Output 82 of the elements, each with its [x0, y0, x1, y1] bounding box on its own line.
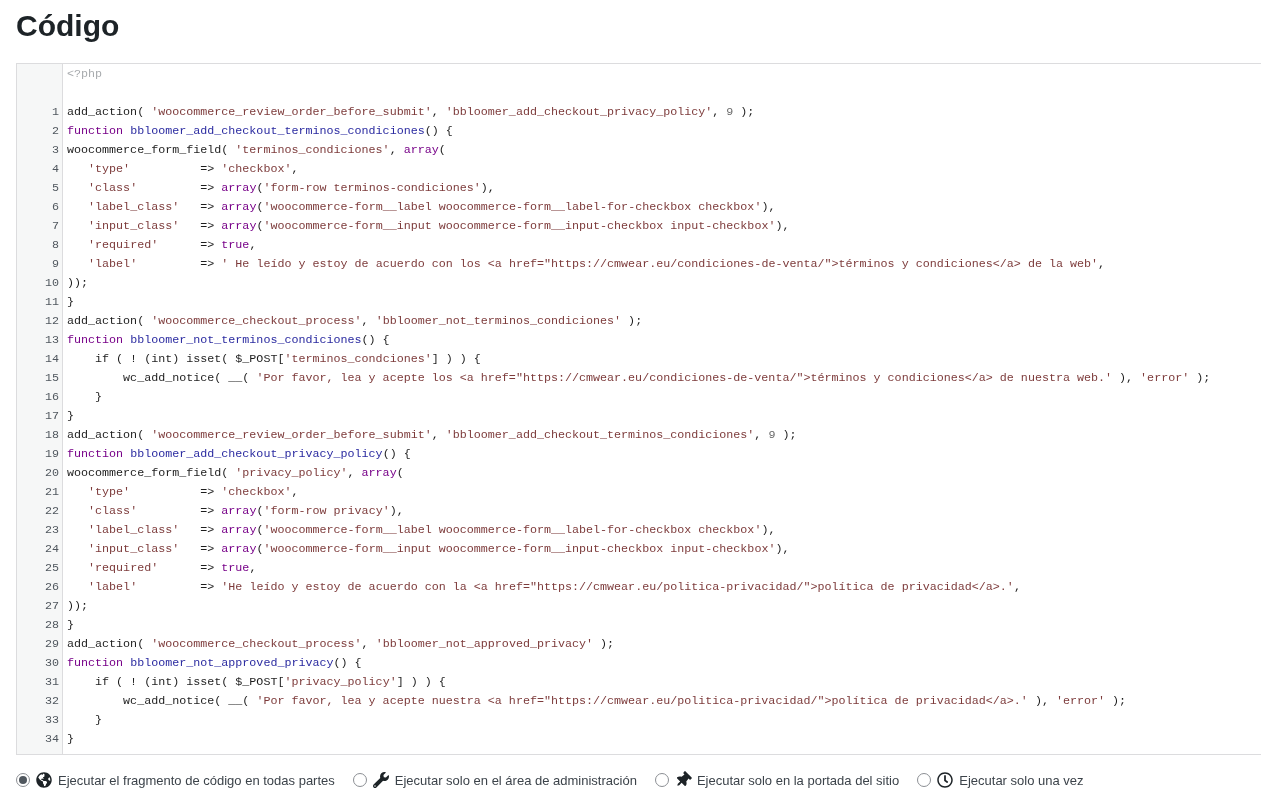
line-number: 4: [52, 161, 60, 178]
radio-button[interactable]: [16, 773, 30, 787]
code-line: add_action( 'woocommerce_review_order_before_submit', 'bbloomer_add_checkout_privacy_policy', 9 );: [67, 104, 756, 121]
code-line: add_action( 'woocommerce_checkout_process', 'bbloomer_not_terminos_condiciones' );: [67, 313, 644, 330]
code-line: 'type' => 'checkbox',: [87, 161, 300, 178]
code-line: function bbloomer_not_terminos_condiciones() {: [67, 332, 391, 349]
code-editor[interactable]: [16, 63, 1261, 755]
line-number: 26: [44, 579, 60, 596]
option-label[interactable]: Ejecutar solo en el área de administración: [394, 772, 637, 788]
code-line: 'class' => array('form-row privacy'),: [87, 503, 405, 520]
code-line: function bbloomer_not_approved_privacy() {: [67, 655, 363, 672]
line-number: 24: [44, 541, 60, 558]
code-line: 'class' => array('form-row terminos-condiciones'),: [87, 180, 496, 197]
line-number: 5: [52, 180, 60, 197]
line-number: 13: [44, 332, 60, 349]
code-line: }: [67, 408, 75, 425]
radio-button[interactable]: [917, 773, 932, 787]
line-number: 18: [44, 427, 60, 444]
code-line: 'type' => 'checkbox',: [87, 484, 300, 501]
code-line: woocommerce_form_field( 'terminos_condiciones', array(: [67, 142, 447, 159]
line-number: 30: [44, 655, 60, 672]
line-number: 1: [52, 104, 60, 121]
code-line: add_action( 'woocommerce_checkout_process', 'bbloomer_not_approved_privacy' );: [67, 636, 616, 653]
page-title: Código: [16, 8, 121, 44]
code-line: 'required' => true,: [87, 237, 258, 254]
code-line: function bbloomer_add_checkout_terminos_condiciones() {: [67, 123, 454, 140]
line-number: 25: [44, 560, 60, 577]
line-number: 10: [44, 275, 60, 292]
line-number: 16: [44, 389, 60, 406]
line-number: 14: [44, 351, 60, 368]
line-number: 28: [44, 617, 60, 634]
line-number: 2: [52, 123, 60, 140]
code-line: function bbloomer_add_checkout_privacy_policy() {: [67, 446, 412, 463]
line-number: 11: [44, 294, 60, 311]
code-line: ));: [67, 598, 90, 615]
clock-icon: [937, 772, 954, 788]
code-line: woocommerce_form_field( 'privacy_policy', array(: [67, 465, 405, 482]
code-line: add_action( 'woocommerce_review_order_before_submit', 'bbloomer_add_checkout_terminos_condiciones', 9 );: [67, 427, 798, 444]
code-line: if ( ! (int) isset( $_POST['privacy_policy'] ) ) {: [94, 674, 447, 691]
line-number: 9: [52, 256, 60, 273]
code-line: 'label_class' => array('woocommerce-form__label woocommerce-form__label-for-checkbox checkbox'),: [87, 199, 777, 216]
line-number: 33: [44, 712, 60, 729]
code-line: 'label' => ' He leído y estoy de acuerdo con los <a href="https://cmwear.eu/condiciones-de-venta/">términos y condiciones</a> de la web',: [87, 256, 1107, 273]
line-number: 21: [44, 484, 60, 501]
line-number: 27: [44, 598, 60, 615]
radio-button[interactable]: [352, 773, 367, 787]
wrench-icon: [372, 772, 389, 788]
line-number: 6: [52, 199, 60, 216]
line-number: 8: [52, 237, 60, 254]
line-number: 15: [44, 370, 60, 387]
code-line: }: [67, 617, 75, 634]
code-line: if ( ! (int) isset( $_POST['terminos_condciones'] ) ) {: [94, 351, 482, 368]
code-line: <?php: [67, 66, 104, 83]
code-line: }: [94, 712, 104, 729]
code-line: 'input_class' => array('woocommerce-form__input woocommerce-form__input-checkbox input-checkbox'),: [87, 541, 791, 558]
line-number: 32: [44, 693, 60, 710]
line-number: 3: [52, 142, 60, 159]
option-label[interactable]: Ejecutar el fragmento de código en todas partes: [58, 772, 335, 788]
code-line: 'input_class' => array('woocommerce-form__input woocommerce-form__input-checkbox input-checkbox'),: [87, 218, 791, 235]
line-number: 29: [44, 636, 60, 653]
code-line: wc_add_notice( __( 'Por favor, lea y acepte nuestra <a href="https://cmwear.eu/politica-privacidad/">política de privacidad</a>.' ), 'error' );: [122, 693, 1128, 710]
line-number: 23: [44, 522, 60, 539]
globe-icon: [36, 772, 52, 788]
line-number: 22: [44, 503, 60, 520]
line-number: 19: [44, 446, 60, 463]
line-number: 7: [52, 218, 60, 235]
code-line: 'label' => 'He leído y estoy de acuerdo con la <a href="https://cmwear.eu/politica-privacidad/">política de privacidad</a>.',: [87, 579, 1022, 596]
code-line: 'required' => true,: [87, 560, 258, 577]
code-line: wc_add_notice( __( 'Por favor, lea y acepte los <a href="https://cmwear.eu/condiciones-de-venta/">términos y condiciones</a> de nuestra web.' ), 'error' );: [122, 370, 1212, 387]
line-number: 20: [44, 465, 60, 482]
option-label[interactable]: Ejecutar solo una vez: [959, 772, 1084, 788]
line-number: 12: [44, 313, 60, 330]
code-line: 'label_class' => array('woocommerce-form__label woocommerce-form__label-for-checkbox checkbox'),: [87, 522, 777, 539]
code-line: }: [67, 731, 75, 748]
radio-button[interactable]: [654, 773, 669, 787]
line-number: 34: [44, 731, 60, 748]
line-number: 31: [44, 674, 60, 691]
line-number: 17: [44, 408, 60, 425]
code-line: }: [94, 389, 104, 406]
option-label[interactable]: Ejecutar solo en la portada del sitio: [696, 772, 900, 788]
code-line: ));: [67, 275, 90, 292]
code-line: }: [67, 294, 75, 311]
